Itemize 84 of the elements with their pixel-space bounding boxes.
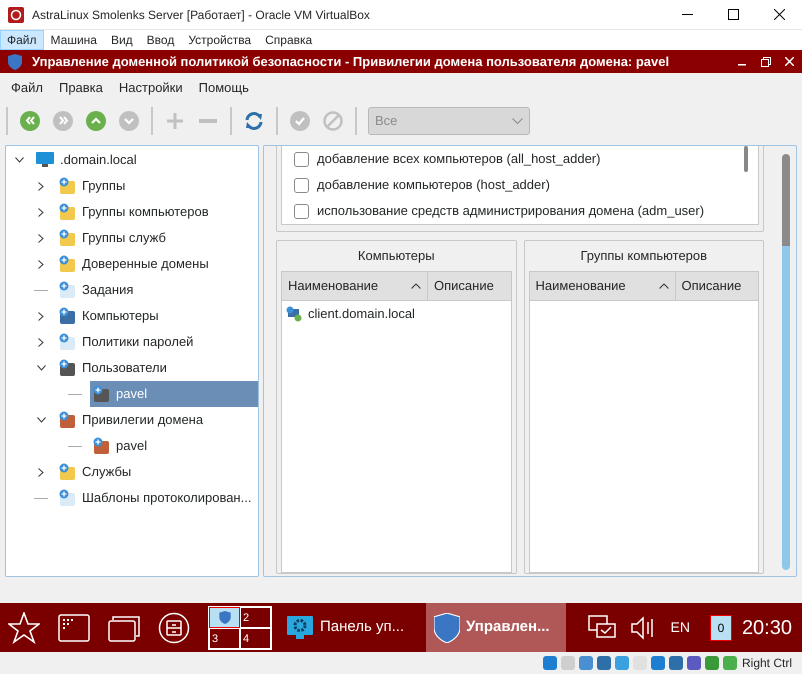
sort-ascending-icon (411, 283, 421, 289)
shield-icon (434, 612, 460, 642)
checkbox[interactable] (294, 152, 309, 166)
folder-badge-icon (58, 489, 76, 507)
desktop-thumbnail[interactable] (209, 606, 240, 628)
folder-badge-icon (58, 281, 76, 299)
host-key: Right Ctrl (742, 654, 792, 672)
column-header[interactable]: Описание (428, 272, 510, 300)
monitor-icon (36, 152, 54, 168)
close-icon[interactable] (785, 57, 794, 66)
menu-item[interactable]: Вид (104, 30, 140, 50)
tree-item[interactable]: Службы (56, 459, 258, 485)
column-header[interactable]: Наименование (282, 272, 428, 300)
checkbox[interactable] (294, 178, 309, 192)
table-row[interactable]: client.domain.local (282, 301, 510, 327)
desktop-number[interactable]: 2 (240, 606, 271, 628)
folder-badge-icon (58, 255, 76, 273)
monitor-gear-icon (286, 614, 314, 640)
checkbox-label: использование средств администрирования домена (adm_user) (317, 202, 704, 220)
folder-badge-icon (58, 463, 76, 481)
menu-item[interactable]: Помощь (192, 76, 256, 100)
window-title: AstraLinux Smolenks Server [Работает] - Oracle VM VirtualBox (32, 6, 370, 24)
folder-badge-icon (92, 385, 110, 403)
folder-badge-icon (58, 359, 76, 377)
chevron-up-icon (86, 111, 106, 131)
tree-item[interactable]: Шаблоны протоколирован... (56, 485, 258, 511)
tree-item[interactable]: .domain.local (34, 147, 258, 173)
task-button[interactable]: Панель уп... (278, 603, 418, 652)
plus-icon (165, 111, 185, 131)
desktop-pager[interactable]: 2 3 4 (208, 606, 272, 650)
folder-badge-icon (58, 203, 76, 221)
menu-item[interactable]: Справка (258, 30, 320, 50)
menu-item[interactable]: Устройства (181, 30, 258, 50)
chevron-down-icon (119, 111, 139, 131)
folder-badge-icon (92, 437, 110, 455)
minus-icon (199, 119, 217, 123)
double-chevron-right-icon (53, 111, 73, 131)
menu-item[interactable]: Правка (52, 76, 110, 100)
refresh-icon (244, 111, 264, 131)
tree-item[interactable]: Задания (56, 277, 258, 303)
tree-item[interactable]: Политики паролей (56, 329, 258, 355)
tree-item[interactable]: Компьютеры (56, 303, 258, 329)
menu-item[interactable]: Машина (44, 30, 104, 50)
shield-icon (8, 54, 22, 70)
clock[interactable]: 20:30 (742, 612, 792, 642)
desktop-number[interactable]: 4 (240, 628, 271, 648)
tree-item[interactable]: Пользователи (56, 355, 258, 381)
check-icon (290, 111, 310, 131)
group-title: Группы компьютеров (579, 247, 708, 266)
prohibited-icon (323, 111, 343, 131)
chevron-down-icon (512, 118, 523, 124)
restore-icon[interactable] (761, 56, 771, 66)
folder-badge-icon (58, 177, 76, 195)
checkbox-label: добавление компьютеров (host_adder) (317, 176, 550, 194)
virtualbox-logo-icon (8, 6, 24, 22)
folder-badge-icon (58, 229, 76, 247)
app-title: Управление доменной политикой безопасности - Привилегии домена пользователя домена: pavel (32, 52, 670, 71)
scrollbar (744, 146, 748, 172)
computer-check-icon (286, 306, 302, 322)
folder-badge-icon (58, 411, 76, 429)
checkbox[interactable] (294, 204, 309, 218)
checkbox-label: добавление всех компьютеров (all_host_adder) (317, 150, 600, 168)
tree-item[interactable]: pavel (90, 433, 258, 459)
tree-item[interactable]: Привилегии домена (56, 407, 258, 433)
folder-badge-icon (58, 307, 76, 325)
task-button[interactable]: Управлен... (426, 603, 566, 652)
tree-item[interactable]: Доверенные домены (56, 251, 258, 277)
double-chevron-left-icon (20, 111, 40, 131)
shield-icon (218, 610, 230, 624)
menu-item[interactable]: Ввод (140, 30, 182, 50)
column-header[interactable]: Наименование (530, 272, 676, 300)
group-title: Компьютеры (356, 247, 436, 266)
menu-item[interactable]: Файл (4, 76, 50, 100)
sort-ascending-icon (658, 283, 668, 289)
folder-badge-icon (58, 333, 76, 351)
menu-item[interactable]: Настройки (112, 76, 190, 100)
tree-item[interactable]: Группы (56, 173, 258, 199)
notification-badge[interactable]: 0 (710, 614, 732, 640)
keyboard-layout[interactable]: EN (670, 617, 690, 638)
desktop-number[interactable]: 3 (209, 628, 240, 648)
menu-item[interactable]: Файл (0, 30, 44, 50)
tree-item[interactable]: Группы служб (56, 225, 258, 251)
tree-item[interactable]: Группы компьютеров (56, 199, 258, 225)
column-header[interactable]: Описание (676, 272, 758, 300)
